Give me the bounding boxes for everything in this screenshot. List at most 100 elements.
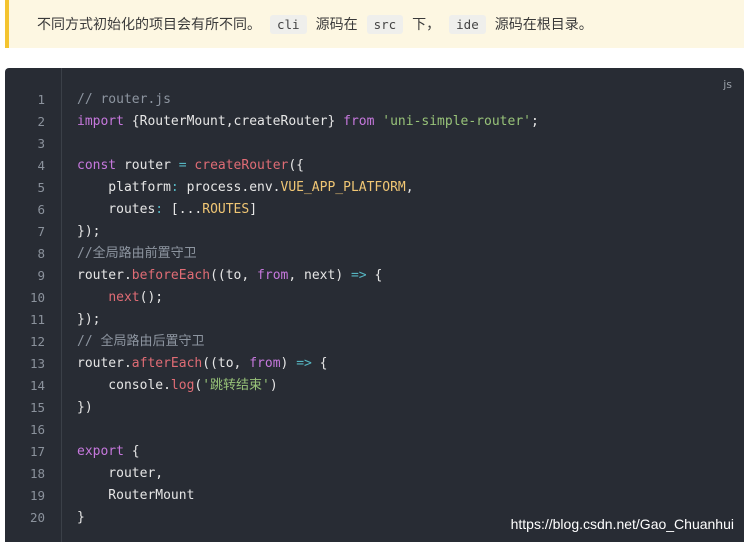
line-number: 20: [29, 510, 45, 525]
code-line: router.beforeEach((to, from, next) => {: [77, 265, 382, 287]
code-token: {RouterMount,createRouter}: [123, 114, 344, 129]
code-token: afterEach: [131, 356, 203, 371]
line-number: 15: [29, 400, 45, 415]
code-line: }): [77, 397, 93, 419]
line-number: 5: [37, 180, 45, 195]
code-token: ((to,: [202, 356, 250, 371]
line-number-gutter: 1 2 3 4 5 6 7 8 9 10 11 12 13 14 15 16 17 18 19 20: [5, 68, 62, 542]
line-number: 10: [29, 290, 45, 305]
code-token: console.: [77, 378, 171, 393]
code-token: =>: [350, 268, 367, 283]
line-number: 11: [29, 312, 45, 327]
line-number: 13: [29, 356, 45, 371]
code-token: RouterMount: [77, 488, 195, 503]
code-token: router.: [77, 356, 132, 371]
code-line: router.afterEach((to, from) => {: [77, 353, 328, 375]
code-token: });: [77, 224, 101, 239]
code-line: RouterMount: [77, 485, 194, 507]
line-number: 17: [29, 444, 45, 459]
code-token: next: [108, 290, 140, 305]
code-token: //全局路由前置守卫: [77, 246, 197, 261]
code-token: from: [343, 114, 375, 129]
line-number: 16: [29, 422, 45, 437]
line-number: 14: [29, 378, 45, 393]
inline-code-ide: ide: [449, 14, 486, 34]
code-token: ();: [139, 290, 164, 305]
tip-text-4: 源码在根目录。: [494, 17, 593, 33]
line-number: 9: [37, 268, 45, 283]
code-line: import {RouterMount,createRouter} from '…: [77, 111, 539, 133]
code-line: // router.js: [77, 89, 171, 111]
code-line: //全局路由前置守卫: [77, 243, 197, 265]
code-token: platform: [77, 180, 171, 195]
tip-banner: 不同方式初始化的项目会有所不同。 cli 源码在 src 下， ide 源码在根…: [5, 0, 744, 48]
code-token: ({: [288, 158, 304, 173]
code-token: =: [178, 158, 187, 173]
code-token: VUE_APP_PLATFORM: [280, 180, 406, 195]
line-number: 19: [29, 488, 45, 503]
language-label: js: [723, 78, 732, 91]
watermark: https://blog.csdn.net/Gao_Chuanhui: [510, 516, 734, 532]
code-token: router.: [77, 268, 132, 283]
code-token: process.env.: [178, 180, 281, 195]
code-token: from: [257, 268, 289, 283]
inline-code-cli: cli: [270, 14, 307, 34]
code-token: {: [123, 444, 140, 459]
code-token: router: [116, 158, 179, 173]
line-number: 1: [37, 92, 45, 107]
line-number: 8: [37, 246, 45, 261]
code-token: :: [155, 202, 164, 217]
line-number: 3: [37, 136, 45, 151]
tip-text-2: 源码在: [315, 17, 358, 33]
code-token: ROUTES: [202, 202, 250, 217]
code-line: // 全局路由后置守卫: [77, 331, 204, 353]
tip-text-1: 不同方式初始化的项目会有所不同。: [37, 17, 261, 33]
code-token: {: [366, 268, 383, 283]
code-token: log: [170, 378, 195, 393]
line-number: 2: [37, 114, 45, 129]
code-token: export: [77, 444, 124, 459]
code-token: =>: [296, 356, 312, 371]
code-line: });: [77, 309, 100, 331]
code-line: export {: [77, 441, 140, 463]
line-number: 18: [29, 466, 45, 481]
code-token: });: [77, 312, 101, 327]
code-token: ): [269, 378, 278, 393]
tip-text-3: 下，: [412, 17, 441, 33]
code-token: import: [77, 114, 124, 129]
line-number: 6: [37, 202, 45, 217]
code-line: const router = createRouter({: [77, 155, 304, 177]
code-line: console.log('跳转结束'): [77, 375, 278, 397]
code-token: from: [249, 356, 281, 371]
code-token: , next): [288, 268, 351, 283]
code-line: router,: [77, 463, 163, 485]
line-number: 12: [29, 334, 45, 349]
code-token: // router.js: [77, 92, 171, 107]
code-token: ): [280, 356, 297, 371]
code-token: [...: [163, 202, 203, 217]
code-token: {: [311, 356, 328, 371]
code-line: }: [77, 507, 85, 529]
code-token: beforeEach: [131, 268, 211, 283]
line-number: 7: [37, 224, 45, 239]
code-token: ]: [249, 202, 258, 217]
code-token: const: [77, 158, 117, 173]
code-line: platform: process.env.VUE_APP_PLATFORM,: [77, 177, 414, 199]
code-block: 1 2 3 4 5 6 7 8 9 10 11 12 13 14 15 16 17 18 19 20 js // ro…: [5, 68, 744, 542]
code-line: });: [77, 221, 100, 243]
code-token: routes: [77, 202, 156, 217]
code-line: next();: [77, 287, 163, 309]
code-token: ;: [530, 114, 539, 129]
code-line: routes: [...ROUTES]: [77, 199, 257, 221]
code-token: :: [170, 180, 179, 195]
code-token: ((to,: [210, 268, 258, 283]
code-token: 'uni-simple-router': [382, 114, 531, 129]
code-token: ,: [405, 180, 414, 195]
code-token: }): [77, 400, 93, 415]
code-token: '跳转结束': [202, 378, 270, 393]
code-token: }: [77, 510, 85, 525]
code-token: router,: [77, 466, 164, 481]
code-token: // 全局路由后置守卫: [77, 334, 205, 349]
code-token: createRouter: [194, 158, 289, 173]
